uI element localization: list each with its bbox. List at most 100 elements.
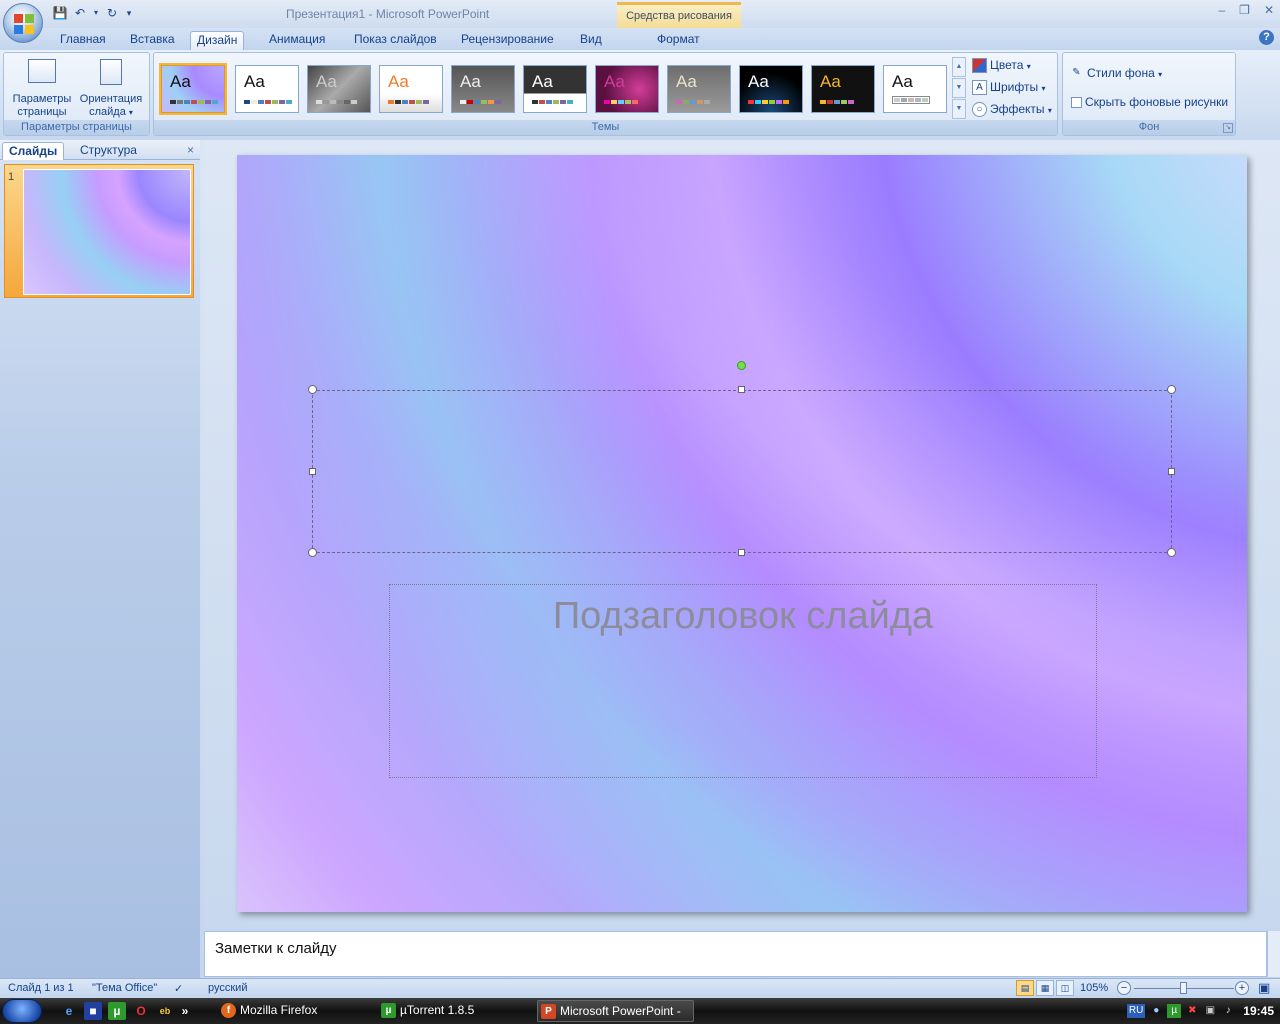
slide-orientation-button[interactable]: Ориентация слайда ▾ <box>76 57 146 119</box>
subtitle-placeholder[interactable]: Подзаголовок слайда <box>389 584 1097 778</box>
language-indicator-tray[interactable]: RU <box>1126 1004 1146 1018</box>
quick-launch-more-icon[interactable]: » <box>180 1002 190 1020</box>
slide-thumbnail[interactable] <box>23 169 191 295</box>
dialog-launcher-icon[interactable]: ↘ <box>1223 123 1233 133</box>
theme-swatches <box>892 96 930 104</box>
resize-handle-top[interactable] <box>738 386 745 393</box>
page-setup-button[interactable]: Параметры страницы <box>8 57 76 119</box>
normal-view-icon[interactable]: ▤ <box>1016 980 1034 996</box>
title-placeholder[interactable] <box>312 390 1172 553</box>
save-icon[interactable]: 💾 <box>52 5 68 21</box>
notes-pane[interactable]: Заметки к слайду <box>204 931 1267 977</box>
gallery-down-icon[interactable]: ▼ <box>952 78 966 98</box>
network-icon[interactable]: ● <box>1149 1004 1163 1018</box>
clock[interactable]: 19:45 <box>1239 1004 1274 1018</box>
orientation-label-2: слайда ▾ <box>89 106 133 118</box>
theme-swatches <box>532 100 573 104</box>
display-icon[interactable]: ▣ <box>1203 1004 1217 1018</box>
orientation-label-1: Ориентация <box>79 93 143 105</box>
slide-sorter-view-icon[interactable]: ▦ <box>1036 980 1054 996</box>
task-powerpoint[interactable]: P Microsoft PowerPoint - [... <box>537 1000 694 1022</box>
background-styles-button[interactable]: ✎ Стили фона ▾ <box>1069 63 1162 83</box>
resize-handle-left[interactable] <box>309 468 316 475</box>
opera-icon[interactable]: O <box>132 1002 150 1020</box>
ebay-icon[interactable]: eb <box>156 1002 174 1020</box>
tab-home[interactable]: Главная <box>54 31 112 50</box>
slide-thumbnail-selected[interactable]: 1 <box>4 164 194 298</box>
tab-design[interactable]: Дизайн <box>190 31 245 50</box>
tab-view[interactable]: Вид <box>574 31 608 50</box>
theme-thumbnail-1[interactable]: Aa <box>159 63 227 115</box>
theme-thumbnail-2[interactable]: Aa <box>235 65 299 113</box>
tab-format[interactable]: Формат <box>651 31 706 50</box>
effects-icon: ○ <box>972 102 987 118</box>
tab-slideshow[interactable]: Показ слайдов <box>348 31 443 50</box>
customize-qat-icon[interactable]: ▾ <box>124 5 134 21</box>
internet-explorer-icon[interactable]: e <box>60 1002 78 1020</box>
theme-effects-button[interactable]: ○ Эффекты ▾ <box>972 99 1052 119</box>
fit-to-window-icon[interactable]: ▣ <box>1258 980 1270 996</box>
tab-review[interactable]: Рецензирование <box>455 31 560 50</box>
theme-thumbnail-8[interactable]: Aa <box>667 65 731 113</box>
theme-thumbnail-11[interactable]: Aa <box>883 65 947 113</box>
utorrent-tray-icon[interactable]: µ <box>1167 1004 1182 1018</box>
start-button[interactable] <box>2 999 42 1023</box>
resize-handle-bottom-right[interactable] <box>1167 548 1176 557</box>
blue-app-icon[interactable]: ■ <box>84 1002 102 1020</box>
tab-slides[interactable]: Слайды <box>2 142 65 160</box>
theme-thumbnail-10[interactable]: Aa <box>811 65 875 113</box>
theme-thumbnail-7[interactable]: Aa <box>595 65 659 113</box>
tab-outline[interactable]: Структура <box>74 142 143 160</box>
theme-thumbnail-4[interactable]: Aa <box>379 65 443 113</box>
theme-fonts-button[interactable]: A Шрифты ▾ <box>972 77 1045 97</box>
minimize-icon[interactable]: – <box>1218 3 1225 17</box>
zoom-level[interactable]: 105% <box>1080 982 1108 994</box>
theme-swatches <box>460 100 501 104</box>
resize-handle-top-right[interactable] <box>1167 385 1176 394</box>
window-controls: – ❐ ✕ <box>1218 3 1274 17</box>
spellcheck-icon[interactable]: ✓ <box>174 982 183 995</box>
redo-icon[interactable]: ↻ <box>104 5 120 21</box>
rotation-handle[interactable] <box>737 361 746 370</box>
close-pane-icon[interactable]: × <box>187 143 194 157</box>
theme-thumbnail-6[interactable]: Aa <box>523 65 587 113</box>
task-firefox[interactable]: f Mozilla Firefox <box>218 1000 373 1022</box>
themes-gallery-scroll: ▲ ▼ ▼ <box>952 57 966 119</box>
page-setup-icon <box>28 59 56 83</box>
utorrent-icon[interactable]: µ <box>108 1002 126 1020</box>
background-group-label: Фон <box>1063 120 1235 135</box>
gallery-more-icon[interactable]: ▼ <box>952 99 966 119</box>
close-icon[interactable]: ✕ <box>1264 3 1274 17</box>
hide-background-graphics-checkbox[interactable]: Скрыть фоновые рисунки <box>1071 92 1228 112</box>
theme-thumbnail-5[interactable]: Aa <box>451 65 515 113</box>
office-button[interactable] <box>3 3 43 43</box>
theme-thumbnail-3[interactable]: Aa <box>307 65 371 113</box>
zoom-out-icon[interactable]: − <box>1117 981 1131 995</box>
task-utorrent[interactable]: µ µTorrent 1.8.5 <box>378 1000 533 1022</box>
resize-handle-bottom-left[interactable] <box>308 548 317 557</box>
restore-icon[interactable]: ❐ <box>1239 3 1250 17</box>
undo-dropdown-icon[interactable]: ▾ <box>92 5 100 21</box>
page-setup-label-2: страницы <box>17 106 67 118</box>
theme-sample-text: Aa <box>170 72 191 91</box>
theme-colors-button[interactable]: Цвета ▾ <box>972 55 1031 75</box>
antivirus-icon[interactable]: ✖ <box>1185 1004 1199 1018</box>
theme-thumbnail-9[interactable]: Aa <box>739 65 803 113</box>
resize-handle-right[interactable] <box>1168 468 1175 475</box>
resize-handle-top-left[interactable] <box>308 385 317 394</box>
help-icon[interactable]: ? <box>1259 30 1274 45</box>
language-indicator[interactable]: русский <box>208 982 247 994</box>
tab-animation[interactable]: Анимация <box>263 31 331 50</box>
theme-sample-text: Aa <box>892 72 913 91</box>
theme-swatches <box>820 100 854 104</box>
resize-handle-bottom[interactable] <box>738 549 745 556</box>
undo-icon[interactable]: ↶ <box>72 5 88 21</box>
slideshow-view-icon[interactable]: ◫ <box>1056 980 1074 996</box>
notes-scrollbar[interactable] <box>1267 931 1280 977</box>
taskbar: e ■ µ O eb » f Mozilla Firefox µ µTorren… <box>0 998 1280 1024</box>
zoom-in-icon[interactable]: + <box>1235 981 1249 995</box>
gallery-up-icon[interactable]: ▲ <box>952 57 966 77</box>
tab-insert[interactable]: Вставка <box>124 31 181 50</box>
volume-icon[interactable]: ♪ <box>1221 1004 1235 1018</box>
zoom-slider-thumb[interactable] <box>1180 982 1187 994</box>
